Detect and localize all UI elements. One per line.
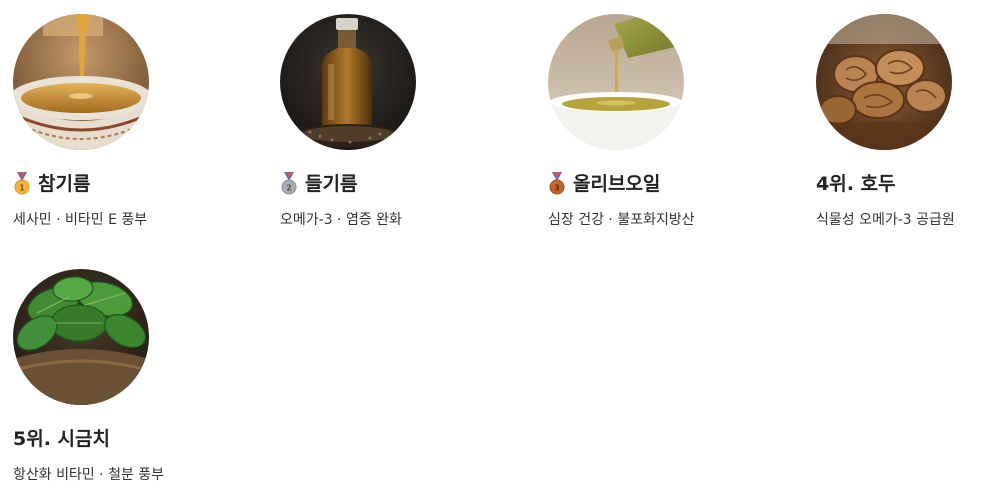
ranking-card-2[interactable]: 2 들기름 오메가-3 · 염증 완화 (280, 14, 510, 230)
item-description: 오메가-3 · 염증 완화 (280, 212, 402, 228)
item-title-text: 5위. 시금치 (13, 428, 110, 450)
item-description: 심장 건강 · 불포화지방산 (548, 212, 695, 228)
walnuts-photo (816, 14, 952, 150)
item-title: 3 올리브오일 (548, 172, 778, 196)
svg-text:3: 3 (554, 184, 560, 193)
item-description: 항산화 비타민 · 철분 풍부 (13, 467, 165, 483)
item-description: 세사민 · 비타민 E 풍부 (13, 212, 148, 228)
ranking-card-4[interactable]: 4위. 호두 식물성 오메가-3 공급원 (816, 14, 1000, 230)
item-title: 5위. 시금치 (13, 427, 243, 451)
item-title-text: 올리브오일 (573, 173, 661, 195)
bronze-medal-icon: 3 (549, 172, 565, 195)
silver-medal-icon: 2 (281, 172, 297, 195)
ranking-card-5[interactable]: 5위. 시금치 항산화 비타민 · 철분 풍부 (13, 269, 243, 485)
item-title: 1 참기름 (13, 172, 243, 196)
svg-text:2: 2 (286, 184, 292, 193)
spinach-photo (13, 269, 149, 405)
item-title-text: 들기름 (305, 173, 358, 195)
item-description: 식물성 오메가-3 공급원 (816, 212, 955, 228)
olive-oil-bowl-photo (548, 14, 684, 150)
item-title-text: 4위. 호두 (816, 173, 896, 195)
svg-text:1: 1 (19, 184, 25, 193)
ranking-card-1[interactable]: 1 참기름 세사민 · 비타민 E 풍부 (13, 14, 243, 230)
gold-medal-icon: 1 (14, 172, 30, 195)
sesame-oil-pouring-photo (13, 14, 149, 150)
perilla-oil-bottle-photo (280, 14, 416, 150)
ranking-card-3[interactable]: 3 올리브오일 심장 건강 · 불포화지방산 (548, 14, 778, 230)
item-title: 2 들기름 (280, 172, 510, 196)
item-title-text: 참기름 (38, 173, 91, 195)
item-title: 4위. 호두 (816, 172, 1000, 196)
